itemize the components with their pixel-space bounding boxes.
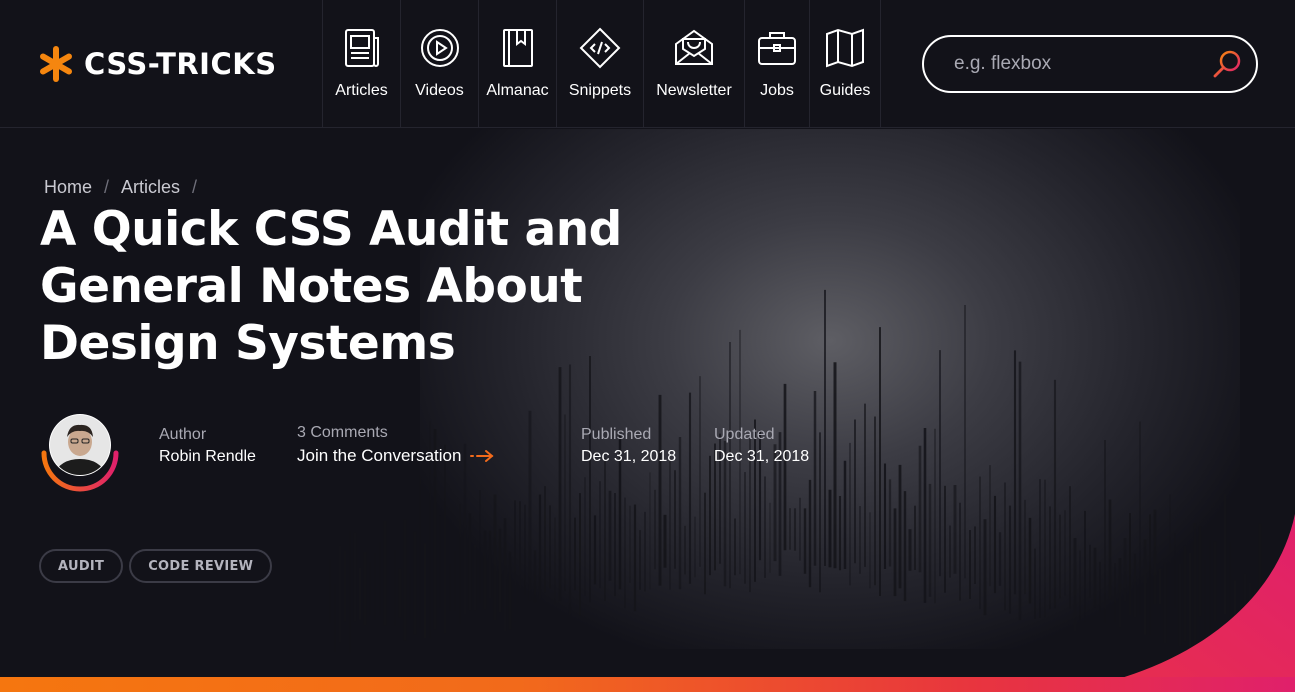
map-icon [826,28,864,68]
tag-list: AUDIT CODE REVIEW [39,549,273,583]
arrow-right-icon [470,450,494,462]
play-circle-icon [420,29,459,67]
nav-item-jobs[interactable]: Jobs [744,0,809,128]
breadcrumb-separator: / [192,177,198,197]
updated-block: Updated Dec 31, 2018 [714,426,809,466]
tag-code-review[interactable]: CODE REVIEW [129,549,273,583]
author-name[interactable]: Robin Rendle [159,448,256,466]
article-meta: Author Robin Rendle 3 Comments Join the … [38,409,858,492]
search-box [922,35,1258,93]
published-block: Published Dec 31, 2018 [581,426,676,466]
asterisk-logo-icon [40,46,72,82]
article-title: A Quick CSS Audit and General Notes Abou… [40,202,622,371]
logo-text: CSS-TRICKS [84,47,277,81]
published-label: Published [581,426,652,443]
join-conversation-link[interactable]: Join the Conversation [297,446,495,466]
nav-item-guides[interactable]: Guides [809,0,881,128]
site-header: CSS-TRICKS Articles Videos Almanac Snipp… [0,0,1295,128]
envelope-icon [675,29,713,65]
author-avatar[interactable] [38,409,122,493]
newspaper-icon [344,29,379,67]
comments-block: 3 Comments Join the Conversation [297,424,495,466]
main-nav: Articles Videos Almanac Snippets Newslet… [322,0,881,128]
nav-label-snippets: Snippets [568,82,632,99]
nav-label-articles: Articles [335,82,388,99]
article-hero: Home / Articles / A Quick CSS Audit and … [0,129,1295,692]
nav-label-guides: Guides [819,82,871,99]
author-block: Author Robin Rendle [159,426,256,466]
nav-label-jobs: Jobs [760,82,794,99]
nav-label-videos: Videos [415,82,464,99]
breadcrumb-separator: / [104,177,110,197]
breadcrumb-articles[interactable]: Articles [121,177,180,198]
breadcrumb-home[interactable]: Home [44,177,92,198]
join-conversation-label: Join the Conversation [297,446,462,465]
updated-label: Updated [714,426,775,443]
breadcrumb: Home / Articles / [44,177,209,198]
nav-label-almanac: Almanac [486,82,549,99]
tag-audit[interactable]: AUDIT [39,549,124,583]
published-date: Dec 31, 2018 [581,448,677,465]
nav-item-newsletter[interactable]: Newsletter [643,0,744,128]
comments-count[interactable]: 3 Comments [297,424,495,442]
nav-item-almanac[interactable]: Almanac [478,0,556,128]
briefcase-icon [758,32,796,65]
bookmark-book-icon [502,29,533,67]
code-diamond-icon [579,27,621,69]
search-input[interactable] [924,53,1194,75]
site-logo[interactable]: CSS-TRICKS [38,44,277,84]
bottom-gradient-stripe [0,677,1295,692]
search-icon[interactable] [1212,49,1242,79]
nav-label-newsletter: Newsletter [656,82,732,99]
author-label: Author [159,426,207,443]
nav-item-articles[interactable]: Articles [322,0,400,128]
nav-item-videos[interactable]: Videos [400,0,478,128]
updated-date: Dec 31, 2018 [714,448,810,465]
nav-item-snippets[interactable]: Snippets [556,0,643,128]
